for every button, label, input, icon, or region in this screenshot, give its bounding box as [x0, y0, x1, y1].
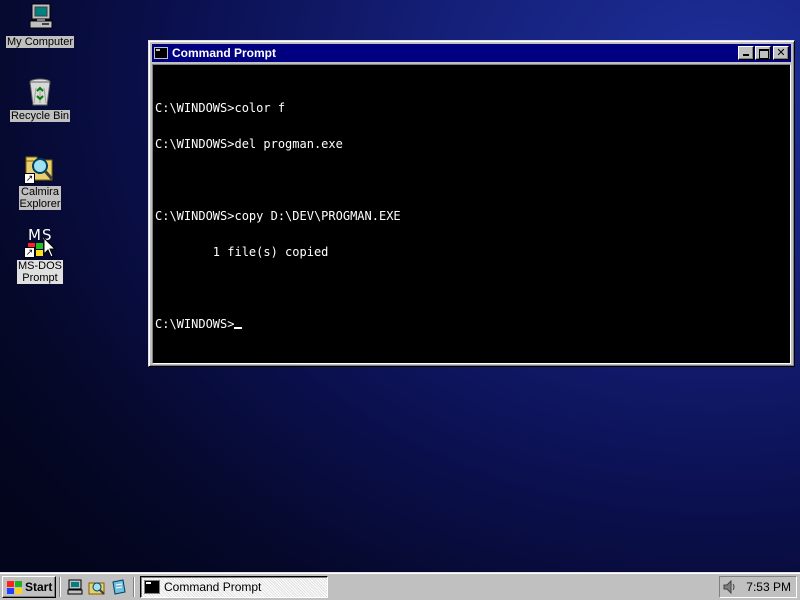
system-tray: 7:53 PM — [719, 576, 797, 598]
console-app-icon[interactable] — [154, 47, 168, 59]
desktop-icon-label: Calmira Explorer — [18, 186, 62, 210]
clock[interactable]: 7:53 PM — [746, 580, 791, 594]
taskbar-task-command-prompt[interactable]: Command Prompt — [140, 575, 328, 598]
console-output[interactable]: C:\WINDOWS>color f C:\WINDOWS>del progma… — [152, 64, 791, 364]
close-button[interactable]: ✕ — [773, 46, 789, 60]
desktop-icon-label: My Computer — [5, 36, 75, 48]
text-cursor — [234, 327, 243, 329]
shortcut-arrow-icon: ↗ — [24, 247, 35, 258]
taskbar-separator — [133, 576, 135, 597]
windows-flag-icon — [6, 580, 22, 594]
console-task-icon — [144, 579, 160, 594]
desktop-icon-label: Recycle Bin — [9, 110, 71, 122]
task-label: Command Prompt — [164, 579, 262, 594]
desktop-icon-my-computer[interactable]: My Computer — [5, 2, 75, 48]
minimize-button[interactable] — [738, 46, 754, 60]
console-line: 1 file(s) copied — [155, 245, 329, 259]
desktop-icon-calmira-explorer[interactable]: ↗ Calmira Explorer — [5, 152, 75, 210]
maximize-icon — [756, 47, 770, 59]
taskbar: Start Command Prompt 7:53 PM — [0, 572, 800, 600]
desktop-icon-ms-dos-prompt[interactable]: MS ↗ MS-DOS Prompt — [5, 226, 75, 284]
recycle-bin-icon — [24, 76, 56, 108]
desktop-icon-label: MS-DOS Prompt — [17, 260, 63, 284]
volume-icon[interactable] — [722, 579, 738, 595]
window-title: Command Prompt — [172, 46, 277, 60]
console-line: C:\WINDOWS>color f — [155, 101, 286, 115]
computer-icon — [24, 2, 56, 34]
ms-dos-icon: MS ↗ — [24, 226, 56, 258]
shortcut-arrow-icon: ↗ — [24, 173, 35, 184]
maximize-button[interactable] — [755, 46, 771, 60]
explorer-magnifier-icon: ↗ — [24, 152, 56, 184]
quick-launch — [64, 578, 130, 596]
start-button[interactable]: Start — [2, 575, 56, 598]
window-titlebar[interactable]: Command Prompt ✕ — [152, 44, 791, 62]
command-prompt-window[interactable]: Command Prompt ✕ C:\WINDOWS>color f C:\W… — [148, 40, 795, 367]
console-prompt-line: C:\WINDOWS> — [155, 318, 790, 330]
start-label: Start — [25, 579, 53, 594]
close-icon: ✕ — [776, 46, 786, 59]
desktop-icon-recycle-bin[interactable]: Recycle Bin — [5, 76, 75, 122]
desktop-quicklaunch-icon[interactable] — [66, 578, 84, 596]
document-quicklaunch-icon[interactable] — [110, 578, 128, 596]
console-line: C:\WINDOWS>del progman.exe — [155, 137, 343, 151]
console-line: C:\WINDOWS>copy D:\DEV\PROGMAN.EXE — [155, 209, 401, 223]
minimize-icon — [739, 47, 753, 59]
console-prompt: C:\WINDOWS> — [155, 317, 235, 331]
find-quicklaunch-icon[interactable] — [88, 578, 106, 596]
taskbar-separator — [59, 576, 61, 597]
